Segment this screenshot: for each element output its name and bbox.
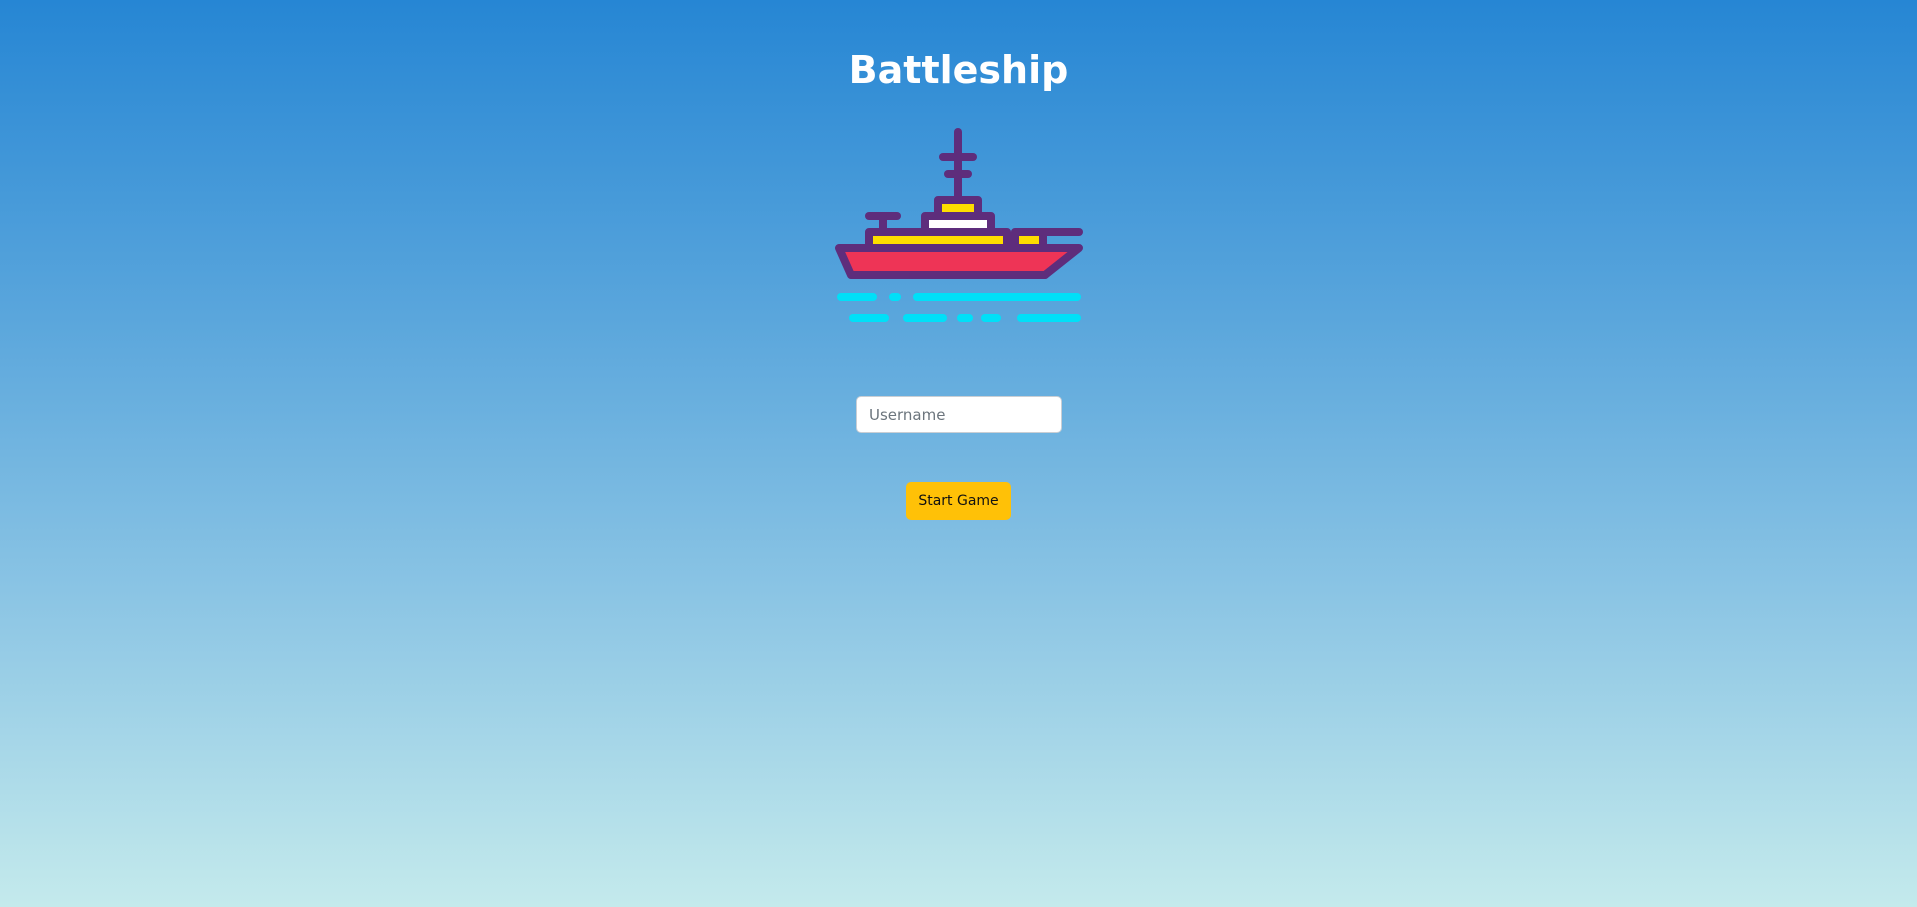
battleship-icon: [835, 128, 1083, 322]
start-game-button[interactable]: Start Game: [906, 482, 1011, 520]
username-input[interactable]: [856, 396, 1062, 433]
page-title: Battleship: [848, 48, 1069, 92]
start-screen: Battleship Username Start Game: [0, 0, 1917, 907]
